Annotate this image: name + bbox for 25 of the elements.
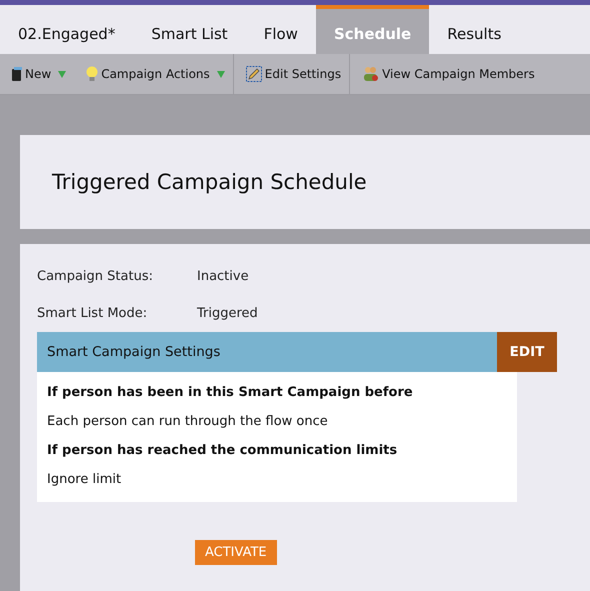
tab[interactable]: Smart List	[133, 5, 246, 54]
setting-value: Ignore limit	[47, 471, 122, 489]
toolbar-button[interactable]: New	[0, 54, 74, 94]
setting-heading: If person has reached the communication limits	[47, 442, 398, 460]
settings-header: Smart Campaign Settings	[37, 332, 497, 372]
book-icon	[12, 67, 22, 81]
page-title: Triggered Campaign Schedule	[52, 170, 367, 194]
setting-heading: If person has been in this Smart Campaign before	[47, 384, 414, 402]
caret-icon	[58, 70, 66, 78]
field-value: Triggered	[197, 306, 258, 321]
field-value: Inactive	[197, 269, 249, 284]
edit-button[interactable]: EDIT	[497, 332, 557, 372]
field-label: Campaign Status:	[37, 269, 154, 284]
toolbar-button[interactable]: Edit Settings	[234, 54, 350, 94]
tab[interactable]: 02.Engaged*	[0, 5, 134, 54]
tab[interactable]: Flow	[246, 5, 316, 54]
toolbar-button[interactable]: Campaign Actions	[74, 54, 234, 94]
toolbar-button[interactable]: View Campaign Members	[350, 54, 543, 94]
caret-icon	[216, 70, 225, 78]
lightbulb-icon	[86, 66, 98, 82]
field-label: Smart List Mode:	[37, 306, 148, 321]
pencil-icon	[246, 66, 262, 82]
tab[interactable]: Results	[429, 5, 520, 54]
setting-value: Each person can run through the flow once	[47, 413, 329, 431]
people-icon	[362, 66, 380, 82]
